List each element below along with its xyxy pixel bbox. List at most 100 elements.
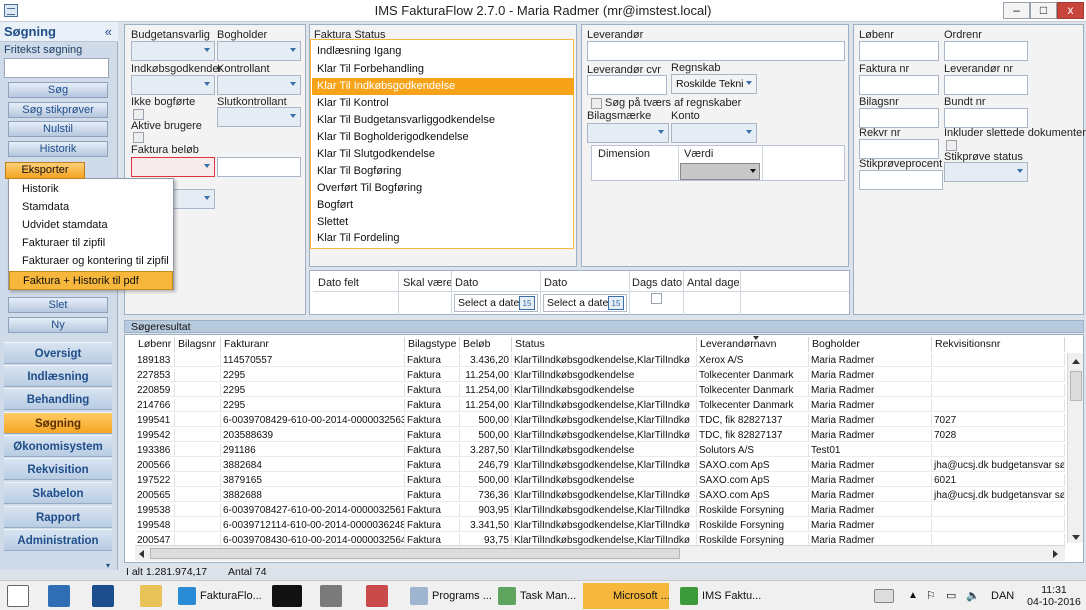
table-row[interactable]: 189183 114570557 Faktura 3.436,20 KlarTilInd… [125,354,1065,367]
clock[interactable]: 11:31 04-10-2016 [1026,584,1082,608]
table-row[interactable]: 193386 291186 Faktura 3.287,50 KlarTilIndkøb… [125,444,1065,457]
regnskab-select[interactable]: Roskilde Tekni [671,74,757,94]
indkobsgodkender-select[interactable] [131,75,215,95]
nav-oversigt[interactable]: Oversigt [4,342,112,364]
menu-item-udvidet-stamdata[interactable]: Udvidet stamdata [9,216,173,235]
file-explorer-app-icon[interactable] [48,585,70,607]
col-header-lobenr[interactable]: Løbenr [135,337,175,352]
maximize-button[interactable]: □ [1030,2,1057,19]
leverandor-cvr-input[interactable] [587,75,667,95]
kontrollant-select[interactable] [217,75,301,95]
horizontal-scroll-thumb[interactable] [150,548,680,559]
collapse-icon[interactable]: « [105,24,112,39]
date-picker-2[interactable]: Select a date 15 [543,294,627,312]
scroll-up-icon[interactable] [1072,359,1080,364]
snipping-tool-icon[interactable] [366,585,388,607]
nav-sogning[interactable]: Søgning [4,412,112,434]
menu-item-stamdata[interactable]: Stamdata [9,198,173,217]
col-header-rekvisitionsnr[interactable]: Rekvisitionsnr [932,337,1065,352]
flag-icon[interactable]: ⚐ [926,583,936,609]
col-header-fakturanr[interactable]: Fakturanr [221,337,405,352]
vaerdi-select[interactable] [680,163,760,180]
taskbar-item-task-manager[interactable]: Task Man... [498,583,576,609]
nav-rapport[interactable]: Rapport [4,506,112,528]
menu-item-fakturaer-kontering-zipfil[interactable]: Fakturaer og kontering til zipfil [9,252,173,271]
historik-button[interactable]: Historik [8,141,108,157]
status-item[interactable]: Klar Til Slutgodkendelse [317,146,435,163]
table-row[interactable]: 197522 3879165 Faktura 500,00 KlarTilIndkøbs… [125,474,1065,487]
leverandor-input[interactable] [587,41,845,61]
taskbar-item-ims[interactable]: IMS Faktu... [680,583,761,609]
date-picker-1[interactable]: Select a date 15 [454,294,538,312]
horizontal-scrollbar[interactable] [135,545,1065,561]
dags-dato-checkbox[interactable] [651,293,662,304]
stikprove-status-select[interactable] [944,162,1028,182]
sog-stikprover-button[interactable]: Søg stikprøver [8,102,108,118]
table-row[interactable]: 200566 3882684 Faktura 246,79 KlarTilIndkøbs… [125,459,1065,472]
col-header-bilagsnr[interactable]: Bilagsnr [175,337,221,352]
leverandor-nr-input[interactable] [944,75,1028,95]
menu-item-fakturaer-zipfil[interactable]: Fakturaer til zipfil [9,234,173,253]
col-header-status[interactable]: Status [512,337,697,352]
ordrenr-input[interactable] [944,41,1028,61]
status-item-selected[interactable]: Klar Til Indkøbsgodkendelse [312,78,574,95]
folder-icon[interactable] [140,585,162,607]
status-item[interactable]: Klar Til Forbehandling [317,61,424,78]
faktura-nr-input[interactable] [859,75,939,95]
col-header-bogholder[interactable]: Bogholder [809,337,932,352]
tray-chevron-icon[interactable]: ▲ [908,583,918,609]
nav-administration[interactable]: Administration [4,529,112,551]
powershell-icon[interactable] [92,585,114,607]
vertical-scrollbar[interactable] [1067,353,1083,543]
status-item[interactable]: Klar Til Fordeling [317,230,400,247]
slutkontrollant-select[interactable] [217,107,301,127]
scroll-right-icon[interactable] [1053,550,1058,558]
start-icon[interactable] [7,585,29,607]
volume-icon[interactable]: 🔈 [966,583,980,609]
bogholder-select[interactable] [217,41,301,61]
calendar-icon[interactable]: 15 [519,296,535,310]
nav-indlaesning[interactable]: Indlæsning [4,365,112,387]
belob-operator-select[interactable] [131,157,215,177]
ikke-bogforte-checkbox[interactable] [133,109,144,120]
printer-icon[interactable] [320,585,342,607]
sog-tvaers-checkbox[interactable] [591,98,602,109]
table-row[interactable]: 227853 2295 Faktura 11.254,00 KlarTilIndkøbs… [125,369,1065,382]
belob-input[interactable] [217,157,301,177]
nulstil-button[interactable]: Nulstil [8,121,108,137]
lobenr-input[interactable] [859,41,939,61]
sidebar-chevron-icon[interactable]: ▾ [106,561,110,570]
bilagsnr-input[interactable] [859,108,939,128]
aktive-brugere-checkbox[interactable] [133,132,144,143]
network-icon[interactable]: ▭ [946,583,956,609]
bilagsmaerke-select[interactable] [587,123,669,143]
scroll-left-icon[interactable] [139,550,144,558]
rekvr-nr-input[interactable] [859,139,939,159]
nav-behandling[interactable]: Behandling [4,388,112,410]
status-item[interactable]: Bogført [317,197,353,214]
table-row[interactable]: 199541 6-0039708429-610-00-2014-000003256… [125,414,1065,427]
fritekst-input[interactable] [4,58,109,78]
close-button[interactable]: x [1057,2,1084,19]
vertical-scroll-thumb[interactable] [1070,371,1082,401]
status-item[interactable]: Slettet [317,214,348,231]
table-row[interactable]: 220859 2295 Faktura 11.254,00 KlarTilIndkøbs… [125,384,1065,397]
status-item[interactable]: Klar Til Bogføring [317,163,401,180]
table-row[interactable]: 214766 2295 Faktura 11.254,00 KlarTilIndkøbs… [125,399,1065,412]
minimize-button[interactable]: – [1003,2,1030,19]
taskbar-item-programs[interactable]: Programs ... [410,583,492,609]
status-item[interactable]: Klar Til Budgetansvarliggodkendelse [317,112,495,129]
nav-rekvisition[interactable]: Rekvisition [4,458,112,480]
eksporter-button[interactable]: Eksporter [5,162,85,179]
konto-select[interactable] [671,123,757,143]
language-indicator[interactable]: DAN [991,583,1014,609]
table-row[interactable]: 199538 6-0039708427-610-00-2014-000003256… [125,504,1065,517]
table-row[interactable]: 199542 203588639 Faktura 500,00 KlarTilIndkø… [125,429,1065,442]
calendar-icon[interactable]: 15 [608,296,624,310]
col-header-belob[interactable]: Beløb [460,337,512,352]
status-item[interactable]: Indlæsning Igang [317,43,401,60]
table-row[interactable]: 200565 3882688 Faktura 736,36 KlarTilIndkøbs… [125,489,1065,502]
taskbar-item-microsoft[interactable]: Microsoft ... [583,583,670,609]
status-item[interactable]: Klar Til Kontrol [317,95,389,112]
slet-button[interactable]: Slet [8,297,108,313]
